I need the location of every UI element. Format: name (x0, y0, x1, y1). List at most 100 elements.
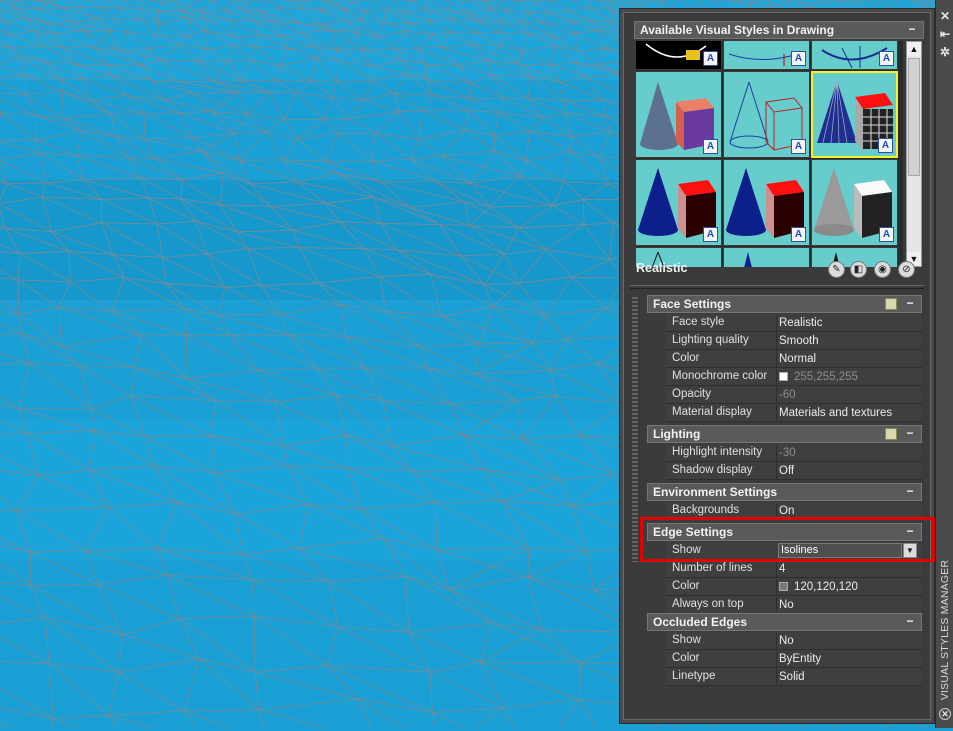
auto-hide-icon[interactable]: ⇤ (939, 28, 951, 40)
prop-value[interactable]: Normal (776, 351, 816, 367)
prop-value[interactable]: Smooth (776, 333, 819, 349)
prop-value[interactable]: No (776, 633, 794, 649)
prop-label: Monochrome color (672, 370, 768, 382)
palette-title: VISUAL STYLES MANAGER (939, 559, 952, 701)
delete-style-icon[interactable]: ⊘ (898, 261, 915, 278)
section-lighting[interactable]: Lighting − (647, 425, 922, 443)
close-icon[interactable]: ✕ (939, 10, 951, 22)
prop-value[interactable]: 255,255,255 (776, 369, 858, 385)
scroll-thumb[interactable] (908, 58, 920, 176)
visual-styles-palette: Available Visual Styles in Drawing − A A… (619, 8, 935, 724)
section-title: Face Settings (653, 297, 732, 311)
style-swatch[interactable]: A (635, 41, 722, 70)
section-face-settings[interactable]: Face Settings − (647, 295, 922, 313)
collapse-icon[interactable]: − (903, 614, 917, 628)
prop-value[interactable]: -30 (776, 445, 796, 461)
section-title: Edge Settings (653, 525, 734, 539)
available-styles-header: Available Visual Styles in Drawing − (634, 21, 924, 39)
prop-row[interactable]: Linetype Solid (666, 668, 922, 686)
collapse-icon[interactable]: − (903, 426, 917, 440)
apply-to-viewport-icon[interactable]: ◧ (850, 261, 867, 278)
prop-label: Color (672, 580, 700, 592)
style-swatch[interactable]: A (811, 159, 898, 246)
prop-row[interactable]: Color 120,120,120 (666, 578, 922, 596)
prop-label: Highlight intensity (672, 446, 763, 458)
swatch-badge: A (879, 51, 894, 66)
section-edge-settings[interactable]: Edge Settings − (647, 523, 922, 541)
prop-value[interactable]: Materials and textures (776, 405, 892, 421)
prop-row[interactable]: Highlight intensity -30 (666, 444, 922, 462)
collapse-icon[interactable]: − (903, 524, 917, 538)
properties-icon[interactable]: ✲ (939, 46, 951, 58)
swatch-scrollbar[interactable]: ▲ ▼ (906, 41, 922, 267)
edge-show-select[interactable]: Isolines (778, 543, 902, 558)
prop-row[interactable]: Lighting quality Smooth (666, 332, 922, 350)
prop-value[interactable]: Off (776, 463, 794, 479)
prop-row[interactable]: Color ByEntity (666, 650, 922, 668)
section-title: Lighting (653, 427, 701, 441)
prop-label: Linetype (672, 670, 716, 682)
prop-value[interactable]: 120,120,120 (776, 579, 858, 595)
section-occluded-edges[interactable]: Occluded Edges − (647, 613, 922, 631)
export-to-palette-icon[interactable]: ◉ (874, 261, 891, 278)
chevron-down-icon[interactable]: ▼ (903, 543, 917, 558)
prop-label: Show (672, 634, 701, 646)
toggle-face-icon[interactable] (885, 298, 897, 310)
scroll-grip[interactable] (632, 297, 638, 562)
close-circle-icon[interactable]: ✕ (939, 708, 951, 720)
xray-icon (744, 252, 752, 267)
prop-row[interactable]: Monochrome color 255,255,255 (666, 368, 922, 386)
style-swatch[interactable]: A (723, 71, 810, 158)
prop-row[interactable]: Show No (666, 632, 922, 650)
prop-value[interactable]: Realistic (776, 315, 822, 331)
prop-value[interactable]: -60 (776, 387, 796, 403)
style-swatch[interactable] (723, 247, 810, 267)
prop-label: Opacity (672, 388, 711, 400)
prop-label: Backgrounds (672, 504, 740, 516)
scroll-up-icon[interactable]: ▲ (907, 42, 921, 56)
style-swatch[interactable]: A (811, 41, 898, 70)
prop-row[interactable]: Backgrounds On (666, 502, 922, 520)
prop-label: Number of lines (672, 562, 753, 574)
toggle-lighting-icon[interactable] (885, 428, 897, 440)
prop-row[interactable]: Color Normal (666, 350, 922, 368)
style-swatch-selected[interactable]: A (811, 71, 898, 158)
prop-value-text: 120,120,120 (794, 581, 858, 593)
prop-value[interactable]: On (776, 503, 794, 519)
prop-value[interactable]: Solid (776, 669, 805, 685)
available-styles-title: Available Visual Styles in Drawing (640, 23, 835, 37)
style-swatch[interactable]: A (723, 41, 810, 70)
prop-label: Always on top (672, 598, 744, 610)
section-environment-settings[interactable]: Environment Settings − (647, 483, 922, 501)
collapse-icon[interactable]: − (903, 296, 917, 310)
swatch-badge: A (791, 51, 806, 66)
prop-value[interactable]: No (776, 597, 794, 613)
prop-row[interactable]: Number of lines 4 (666, 560, 922, 578)
swatch-badge: A (703, 227, 718, 242)
prop-label: Color (672, 352, 700, 364)
style-swatch[interactable]: A (723, 159, 810, 246)
current-style-name: Realistic (636, 261, 688, 275)
prop-row[interactable]: Always on top No (666, 596, 922, 614)
style-swatch[interactable]: A (635, 159, 722, 246)
prop-value[interactable]: 4 (776, 561, 785, 577)
swatch-badge: A (878, 138, 893, 153)
prop-row[interactable]: Show Isolines ▼ (666, 542, 922, 560)
prop-value[interactable]: ByEntity (776, 651, 821, 667)
prop-value-text: 255,255,255 (794, 371, 858, 383)
prop-label: Show (672, 544, 701, 556)
prop-row[interactable]: Material display Materials and textures (666, 404, 922, 422)
collapse-icon[interactable]: − (905, 22, 919, 36)
swatch-badge: A (703, 139, 718, 154)
prop-label: Lighting quality (672, 334, 749, 346)
prop-label: Shadow display (672, 464, 753, 476)
style-swatch[interactable]: A (635, 71, 722, 158)
prop-label: Material display (672, 406, 752, 418)
prop-row[interactable]: Shadow display Off (666, 462, 922, 480)
prop-row[interactable]: Face style Realistic (666, 314, 922, 332)
collapse-icon[interactable]: − (903, 484, 917, 498)
section-title: Environment Settings (653, 485, 778, 499)
prop-row[interactable]: Opacity -60 (666, 386, 922, 404)
panel-splitter[interactable] (630, 285, 924, 289)
create-style-icon[interactable]: ✎ (828, 261, 845, 278)
